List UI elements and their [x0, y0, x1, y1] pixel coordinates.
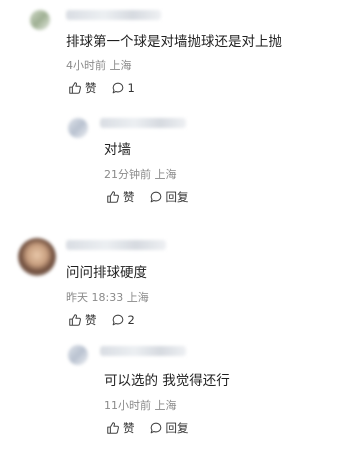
thumbs-up-icon	[69, 314, 81, 326]
like-label: 赞	[123, 190, 135, 204]
avatar[interactable]	[68, 118, 88, 138]
chat-bubble-icon	[112, 314, 123, 326]
like-label: 赞	[85, 313, 97, 327]
comment-text: 可以选的 我觉得还行	[104, 373, 230, 389]
avatar[interactable]	[30, 10, 50, 30]
avatar[interactable]	[18, 238, 56, 276]
comment-meta: 21分钟前 上海	[104, 168, 177, 181]
like-button[interactable]: 赞	[106, 189, 135, 205]
reply-button[interactable]: 1	[111, 81, 135, 95]
comment-meta: 11小时前 上海	[104, 399, 177, 412]
thumbs-up-icon	[107, 191, 119, 203]
chat-bubble-icon	[150, 422, 161, 434]
like-button[interactable]: 赞	[68, 312, 97, 328]
username-blurred[interactable]	[66, 10, 161, 20]
avatar[interactable]	[68, 345, 88, 365]
thumbs-up-icon	[107, 422, 119, 434]
comment-text: 问问排球硬度	[66, 265, 147, 281]
reply-button[interactable]: 回复	[149, 420, 189, 436]
chat-bubble-icon	[112, 82, 123, 94]
reply-label: 回复	[165, 421, 189, 435]
reply-count: 2	[127, 313, 135, 327]
comment-text: 排球第一个球是对墙抛球还是对上抛	[66, 34, 282, 50]
reply-label: 回复	[165, 190, 189, 204]
like-label: 赞	[123, 421, 135, 435]
reply-count: 1	[127, 81, 135, 95]
username-blurred[interactable]	[100, 118, 186, 128]
thumbs-up-icon	[69, 82, 81, 94]
reply-button[interactable]: 2	[111, 313, 135, 327]
like-button[interactable]: 赞	[68, 80, 97, 96]
username-blurred[interactable]	[100, 346, 186, 356]
comment-text: 对墙	[104, 142, 131, 158]
reply-button[interactable]: 回复	[149, 189, 189, 205]
like-label: 赞	[85, 81, 97, 95]
chat-bubble-icon	[150, 191, 161, 203]
comment-meta: 昨天 18:33 上海	[66, 291, 149, 304]
comment-meta: 4小时前 上海	[66, 59, 132, 72]
username-blurred[interactable]	[66, 240, 166, 250]
like-button[interactable]: 赞	[106, 420, 135, 436]
